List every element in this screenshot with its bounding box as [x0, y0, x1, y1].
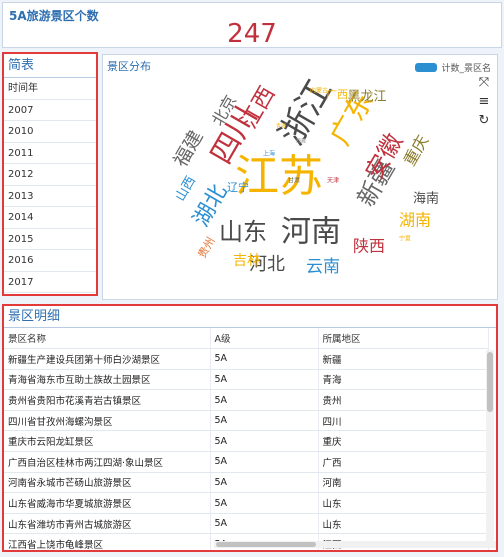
cell-level: 5A [210, 430, 319, 453]
word-cloud-word[interactable]: 山西 [173, 174, 199, 204]
table-row[interactable]: 青海省海东市互助土族故土园景区 5A 青海 [4, 369, 489, 391]
cell-name: 四川省甘孜州海螺沟景区 [4, 410, 211, 432]
word-cloud-word[interactable]: 福建 [170, 127, 208, 171]
word-cloud-word[interactable]: 西藏 [296, 138, 306, 145]
word-cloud-word[interactable]: 吉林 [233, 253, 261, 269]
word-cloud-word[interactable]: 青海 [276, 123, 286, 130]
chart-toolbox: ⤧ ≡ ↻ [475, 75, 493, 128]
word-cloud: 江苏浙江四川河南广东江西新疆山东安徽湖北重庆河北 云南陕西湖南福建北京 黑龙江海南吉… [170, 73, 439, 277]
table-row[interactable]: 新疆生产建设兵团第十师白沙湖景区 5A 新疆 [4, 348, 489, 370]
cell-level: 5A [210, 472, 319, 494]
cell-name: 广西自治区桂林市两江四湖·象山景区 [4, 451, 211, 473]
cell-name: 贵州省贵阳市花溪青岩古镇景区 [4, 389, 211, 411]
list-item[interactable]: 2017 [4, 272, 96, 293]
kpi-value: 247 [227, 19, 277, 49]
cell-level: 5A [210, 451, 319, 473]
list-item[interactable]: 2013 [4, 186, 96, 207]
table-row[interactable]: 广西自治区桂林市两江四湖·象山景区 5A 广西 [4, 451, 489, 473]
cell-name: 山东省威海市华夏城旅游景区 [4, 492, 211, 514]
cell-level: 5A [210, 348, 319, 370]
brief-list: 时间年 2007 2010 2011 2012 2013 2014 2015 2… [4, 78, 96, 293]
word-cloud-word[interactable]: 湖南 [399, 211, 431, 230]
table-row[interactable]: 贵州省贵阳市花溪青岩古镇景区 5A 贵州 [4, 389, 489, 411]
word-cloud-word[interactable]: 宁夏 [399, 235, 411, 243]
distribution-title: 景区分布 [107, 60, 151, 73]
word-cloud-word[interactable]: 重庆 [400, 132, 432, 169]
cell-level: 5A [210, 410, 319, 432]
cell-level: 5A [210, 492, 319, 514]
word-cloud-word[interactable]: 辽宁 [227, 180, 249, 194]
column-header-region[interactable]: 所属地区 [318, 328, 489, 350]
refresh-icon[interactable]: ↻ [479, 113, 490, 128]
cell-level: 5A [210, 369, 319, 391]
table-row[interactable]: 重庆市云阳龙缸景区 5A 重庆 [4, 430, 489, 453]
list-item[interactable]: 2014 [4, 207, 96, 229]
cell-level: 5A [210, 513, 319, 535]
brief-title: 简表 [4, 54, 96, 78]
legend-swatch [415, 63, 438, 72]
brief-header: 时间年 [4, 78, 96, 100]
cell-region: 贵州 [318, 389, 489, 411]
cell-region: 河南 [318, 472, 489, 494]
distribution-panel: 江苏 浙江 四川 河南 广东 江西 新疆 山东 安徽 湖北 重庆 河北 云南 陕西 湖南 福建 北京 黑龙江 海南吉… [102, 54, 498, 300]
cell-name: 江西省上饶市龟峰景区 [4, 533, 211, 550]
cell-name: 河南省永城市芒砀山旅游景区 [4, 472, 211, 494]
cell-name: 重庆市云阳龙缸景区 [4, 430, 211, 453]
word-cloud-word[interactable]: 江苏 [235, 151, 323, 202]
cell-region: 四川 [318, 410, 489, 432]
list-item[interactable]: 2015 [4, 229, 96, 250]
kpi-card: 5A旅游景区个数 247 [2, 2, 502, 49]
cell-region: 山东 [318, 513, 489, 535]
word-cloud-word[interactable]: 海南 [413, 191, 439, 207]
word-cloud-word[interactable]: 山东 [219, 218, 267, 246]
cell-region: 青海 [318, 369, 489, 391]
scrollbar-thumb[interactable] [216, 542, 316, 547]
cell-region: 重庆 [318, 430, 489, 453]
cell-name: 山东省潍坊市青州古城旅游区 [4, 513, 211, 535]
expand-icon[interactable]: ⤧ [479, 75, 489, 90]
table-row[interactable]: 山东省潍坊市青州古城旅游区 5A 山东 [4, 513, 489, 535]
legend-label: 计数_景区名 [441, 64, 491, 74]
list-item[interactable]: 2010 [4, 121, 96, 143]
list-item[interactable]: 2016 [4, 250, 96, 272]
column-header-level[interactable]: A级 [210, 328, 319, 350]
legend[interactable]: 计数_景区名 [415, 61, 491, 74]
cell-name: 新疆生产建设兵团第十师白沙湖景区 [4, 348, 211, 370]
table-row[interactable]: 山东省威海市华夏城旅游景区 5A 山东 [4, 492, 489, 514]
word-cloud-word[interactable]: 河南 [281, 215, 341, 250]
list-item[interactable]: 2012 [4, 164, 96, 186]
word-cloud-word[interactable]: 广西 [326, 88, 348, 101]
cell-region: 山东 [318, 492, 489, 514]
word-cloud-word[interactable]: 内蒙古 [310, 87, 328, 95]
cell-region: 广西 [318, 451, 489, 473]
cell-name: 青海省海东市互助土族故土园景区 [4, 369, 211, 391]
table-row[interactable]: 河南省永城市芒砀山旅游景区 5A 河南 [4, 472, 489, 494]
cell-region: 新疆 [318, 348, 489, 370]
detail-panel: 景区明细 景区名称 A级 所属地区 新疆生产建设兵团第十师白沙湖景区 5A 新疆 青… [2, 304, 498, 552]
word-cloud-word[interactable]: 贵州 [195, 235, 217, 261]
column-header-name[interactable]: 景区名称 [4, 328, 211, 350]
detail-table: 景区名称 A级 所属地区 新疆生产建设兵团第十师白沙湖景区 5A 新疆 青海省海东市… [4, 328, 489, 550]
detail-title: 景区明细 [4, 306, 496, 328]
cell-level: 5A [210, 389, 319, 411]
table-header-row: 景区名称 A级 所属地区 [4, 328, 489, 350]
word-cloud-word[interactable]: 黑龙江 [347, 90, 386, 105]
word-cloud-word[interactable]: 天津 [327, 178, 339, 185]
word-cloud-word[interactable]: 云南 [306, 257, 340, 277]
list-item[interactable]: 2011 [4, 143, 96, 164]
menu-icon[interactable]: ≡ [479, 94, 490, 109]
word-cloud-word[interactable]: 上海 [263, 150, 275, 158]
vertical-scrollbar[interactable] [486, 350, 494, 546]
brief-panel: 简表 时间年 2007 2010 2011 2012 2013 2014 201… [2, 52, 98, 296]
list-item[interactable]: 2007 [4, 100, 96, 121]
word-cloud-word[interactable]: 陕西 [353, 237, 385, 256]
table-row[interactable]: 四川省甘孜州海螺沟景区 5A 四川 [4, 410, 489, 432]
word-cloud-word[interactable]: 甘肃 [288, 177, 300, 185]
horizontal-scrollbar[interactable] [214, 541, 496, 548]
scrollbar-thumb[interactable] [487, 352, 493, 412]
